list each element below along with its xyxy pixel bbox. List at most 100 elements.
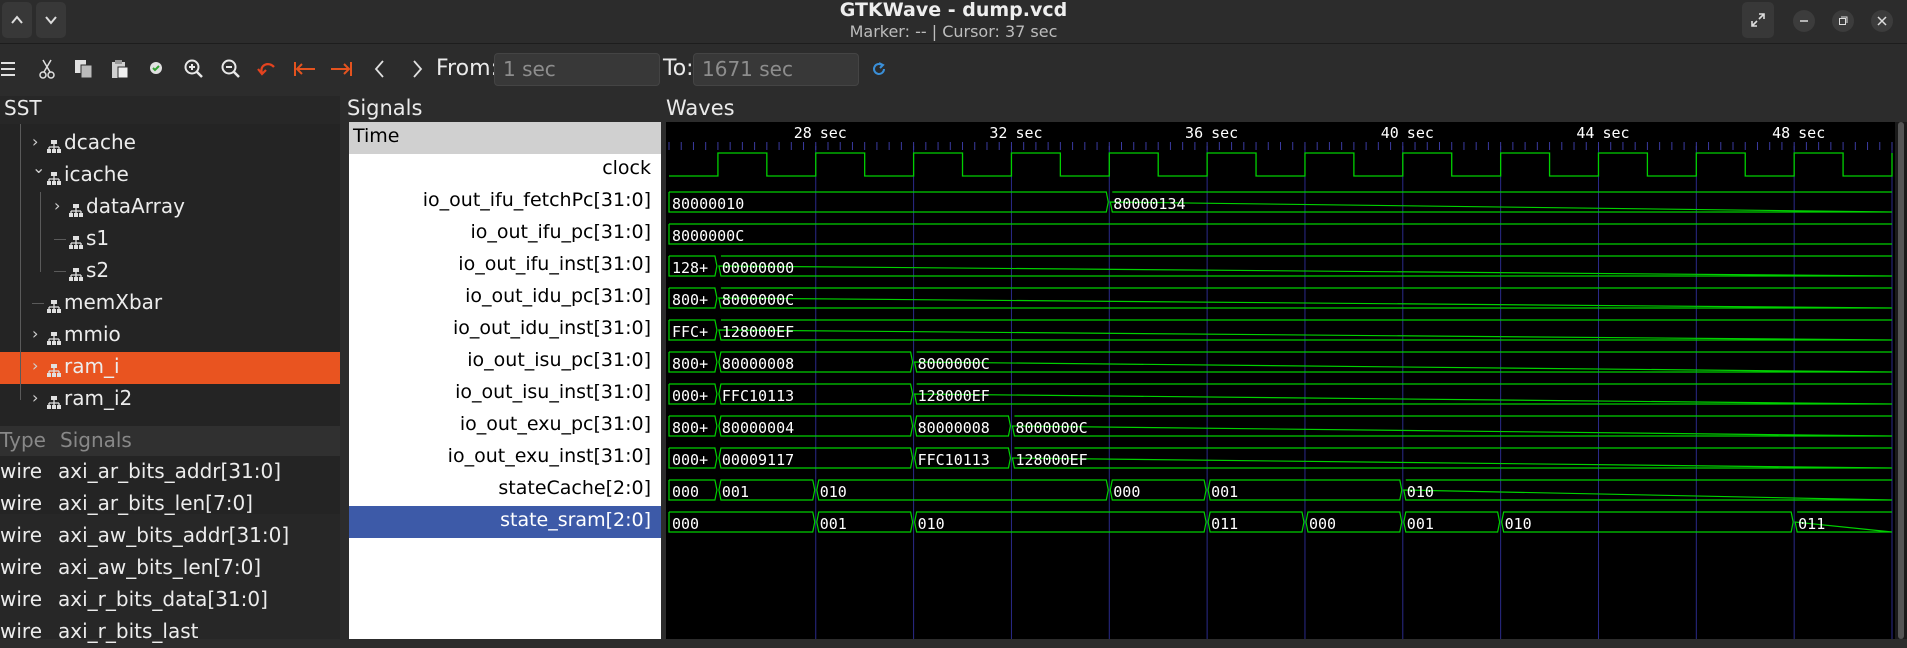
bus-value-label: 001 — [1211, 483, 1238, 501]
sst-signal-row[interactable]: wire axi_aw_bits_len[7:0] — [0, 552, 340, 584]
copy-button[interactable] — [71, 56, 97, 82]
cut-button[interactable] — [34, 56, 60, 82]
sst-signal-row[interactable]: wire axi_ar_bits_addr[31:0] — [0, 456, 340, 488]
tree-item-mmio[interactable]: › mmio — [0, 320, 340, 352]
minimize-icon — [1800, 20, 1808, 22]
time-row[interactable]: Time — [349, 122, 661, 154]
bus-value-label: 000+ — [672, 451, 708, 469]
zoom-in-button[interactable] — [181, 56, 207, 82]
tree-item-s2[interactable]: s2 — [0, 256, 340, 288]
clock-waveform — [669, 152, 1893, 177]
maximize-button[interactable] — [1832, 10, 1854, 32]
bus-value-label: FFC10113 — [918, 451, 990, 469]
bus-value-label: 128000EF — [1015, 451, 1087, 469]
tree-item-label: ram_i — [64, 354, 120, 378]
go-start-button[interactable] — [292, 56, 318, 82]
signal-row[interactable]: io_out_isu_pc[31:0] — [349, 346, 661, 378]
go-start-icon — [294, 62, 315, 76]
time-mark-label: 28 — [794, 124, 812, 142]
signal-row[interactable]: io_out_ifu_inst[31:0] — [349, 250, 661, 282]
go-end-icon — [331, 62, 352, 76]
signal-row-label: clock — [602, 157, 651, 179]
tree-item-ram-i2[interactable]: › ram_i2 — [0, 384, 340, 416]
tree-item-dcache[interactable]: › dcache — [0, 128, 340, 160]
expander-right-icon[interactable]: › — [54, 196, 60, 215]
close-button[interactable] — [1871, 10, 1893, 32]
signal-row-label: io_out_exu_inst[31:0] — [447, 445, 651, 467]
vertical-scrollbar[interactable] — [1895, 122, 1907, 639]
bus-value-label: 00000000 — [722, 259, 794, 277]
reload-button[interactable] — [866, 56, 892, 82]
signal-row[interactable]: io_out_exu_pc[31:0] — [349, 410, 661, 442]
bus-value-label: 010 — [820, 483, 847, 501]
sst-signal-row[interactable]: wire axi_r_bits_last — [0, 616, 340, 648]
module-icon — [68, 264, 84, 281]
signal-name: axi_ar_bits_addr[31:0] — [58, 459, 282, 483]
signal-row-label: state_sram[2:0] — [500, 509, 651, 531]
signal-row[interactable]: io_out_ifu_pc[31:0] — [349, 218, 661, 250]
bus-segment — [913, 351, 1893, 373]
hamburger-button[interactable] — [0, 56, 23, 82]
type-column-header[interactable]: Type — [0, 428, 46, 452]
signal-row[interactable]: io_out_isu_inst[31:0] — [349, 378, 661, 410]
zoom-fit-icon — [150, 62, 162, 74]
bus-segment — [816, 479, 1109, 501]
scrollbar-thumb[interactable] — [1898, 122, 1904, 639]
undo-icon — [257, 63, 275, 76]
sst-signal-row[interactable]: wire axi_aw_bits_addr[31:0] — [0, 520, 340, 552]
bus-value-label: 001 — [1407, 515, 1434, 533]
bus-value-label: 8000000C — [722, 291, 794, 309]
tree-item-dataarray[interactable]: › dataArray — [0, 192, 340, 224]
bus-value-label: 128000EF — [722, 323, 794, 341]
scissors-icon — [39, 59, 55, 79]
shift-left-button[interactable] — [367, 56, 393, 82]
chevron-right-icon — [413, 60, 423, 78]
tree-item-s1[interactable]: s1 — [0, 224, 340, 256]
tree-branch-line — [54, 239, 66, 240]
zoom-out-button[interactable] — [218, 56, 244, 82]
expander-right-icon[interactable]: › — [32, 324, 38, 343]
go-end-button[interactable] — [328, 56, 354, 82]
signal-type: wire — [0, 491, 43, 515]
undo-zoom-button[interactable] — [255, 56, 281, 82]
signal-row[interactable]: state_sram[2:0] — [349, 506, 661, 538]
tree-item-label: icache — [64, 162, 129, 186]
copy-icon — [75, 60, 93, 79]
signals-column-header[interactable]: Signals — [60, 428, 132, 452]
expander-right-icon[interactable]: › — [32, 356, 38, 375]
tree-item-ram-i[interactable]: › ram_i — [0, 352, 340, 384]
sst-signal-row[interactable]: wire axi_ar_bits_len[7:0] — [0, 488, 340, 520]
to-input[interactable]: 1671 sec — [693, 53, 859, 86]
bus-value-label: 000+ — [672, 387, 708, 405]
signal-row-label: io_out_ifu_inst[31:0] — [458, 253, 651, 275]
fullscreen-button[interactable] — [1742, 2, 1774, 38]
paste-button[interactable] — [107, 56, 133, 82]
signal-row[interactable]: io_out_exu_inst[31:0] — [349, 442, 661, 474]
wave-display[interactable]: 28 sec 32 sec 36 sec 40 sec 44 sec 48 sec 80000010 80… — [666, 122, 1895, 639]
expander-right-icon[interactable]: › — [32, 132, 38, 151]
time-unit-label: sec — [1602, 124, 1629, 142]
tree-item-memxbar[interactable]: memXbar — [0, 288, 340, 320]
module-icon — [46, 328, 62, 345]
bus-value-label: 000 — [1113, 483, 1140, 501]
expander-right-icon[interactable]: › — [32, 388, 38, 407]
time-unit-label: sec — [1798, 124, 1825, 142]
tree-item-icache[interactable]: ⌄ icache — [0, 158, 340, 192]
shift-right-button[interactable] — [404, 56, 430, 82]
from-input[interactable]: 1 sec — [494, 53, 660, 86]
bus-value-label: 128000EF — [918, 387, 990, 405]
signal-row[interactable]: stateCache[2:0] — [349, 474, 661, 506]
sst-title: SST — [4, 96, 42, 120]
minimize-button[interactable] — [1793, 10, 1815, 32]
signal-list-header: Type Signals — [0, 426, 340, 456]
signal-row[interactable]: clock — [349, 154, 661, 186]
signal-row[interactable]: io_out_idu_pc[31:0] — [349, 282, 661, 314]
expander-down-icon[interactable]: ⌄ — [32, 158, 45, 177]
tree-item-label: mmio — [64, 322, 121, 346]
bus-segment — [1011, 447, 1893, 469]
zoom-fit-button[interactable] — [144, 56, 170, 82]
signal-row[interactable]: io_out_idu_inst[31:0] — [349, 314, 661, 346]
zoom-in-icon — [184, 59, 203, 78]
signal-row[interactable]: io_out_ifu_fetchPc[31:0] — [349, 186, 661, 218]
sst-signal-row[interactable]: wire axi_r_bits_data[31:0] — [0, 584, 340, 616]
